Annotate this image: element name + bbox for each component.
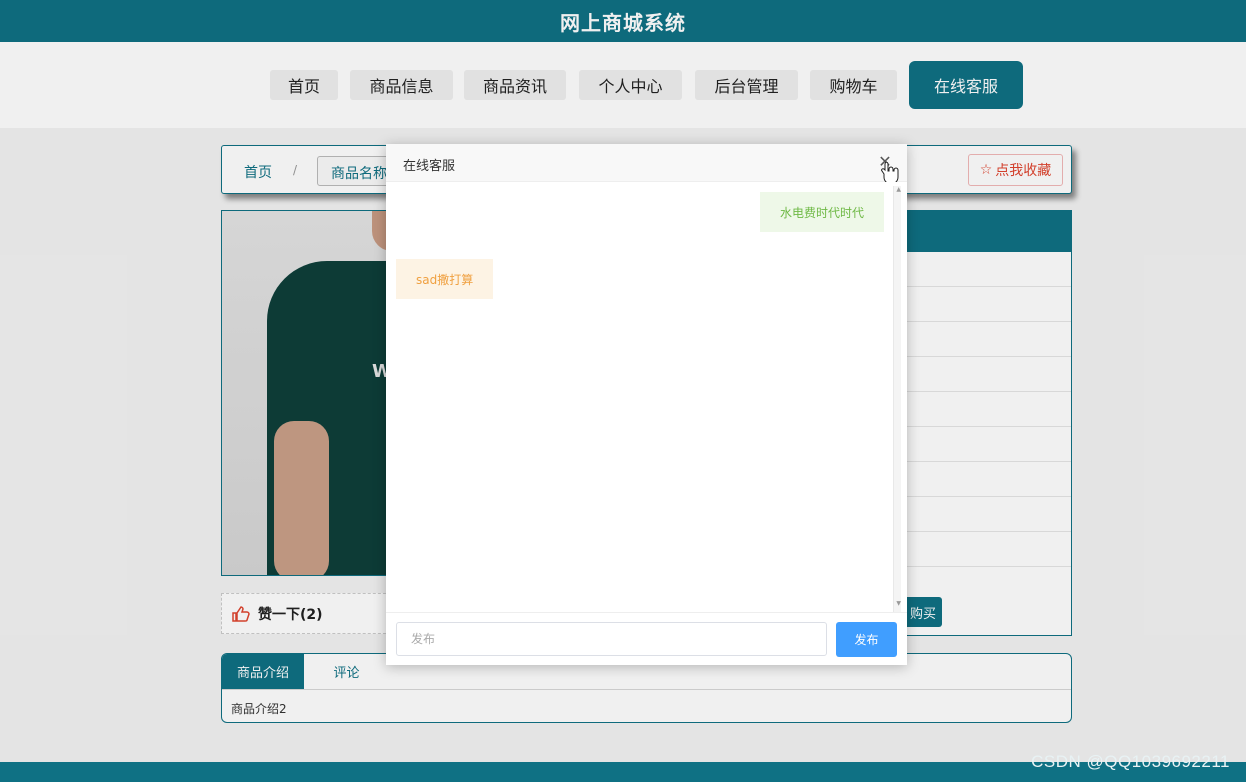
dialog-footer: 发布 [386, 612, 907, 665]
send-button[interactable]: 发布 [836, 622, 897, 657]
dialog-title: 在线客服 [403, 159, 456, 174]
scroll-down-arrow-icon[interactable]: ▼ [896, 600, 901, 607]
online-service-dialog: 在线客服 ✕ 水电费时代时代 sad撒打算 ▲ ▼ 发布 [386, 144, 907, 665]
watermark: CSDN @QQ1039692211 [1031, 752, 1230, 771]
chat-message-received: sad撒打算 [396, 259, 494, 299]
dialog-header: 在线客服 ✕ [386, 144, 907, 182]
chat-scrollbar[interactable] [893, 186, 901, 612]
chat-messages[interactable]: 水电费时代时代 sad撒打算 ▲ ▼ [386, 182, 907, 612]
scroll-up-arrow-icon[interactable]: ▲ [896, 186, 901, 193]
message-input[interactable] [396, 622, 827, 656]
chat-message-sent: 水电费时代时代 [759, 192, 884, 232]
